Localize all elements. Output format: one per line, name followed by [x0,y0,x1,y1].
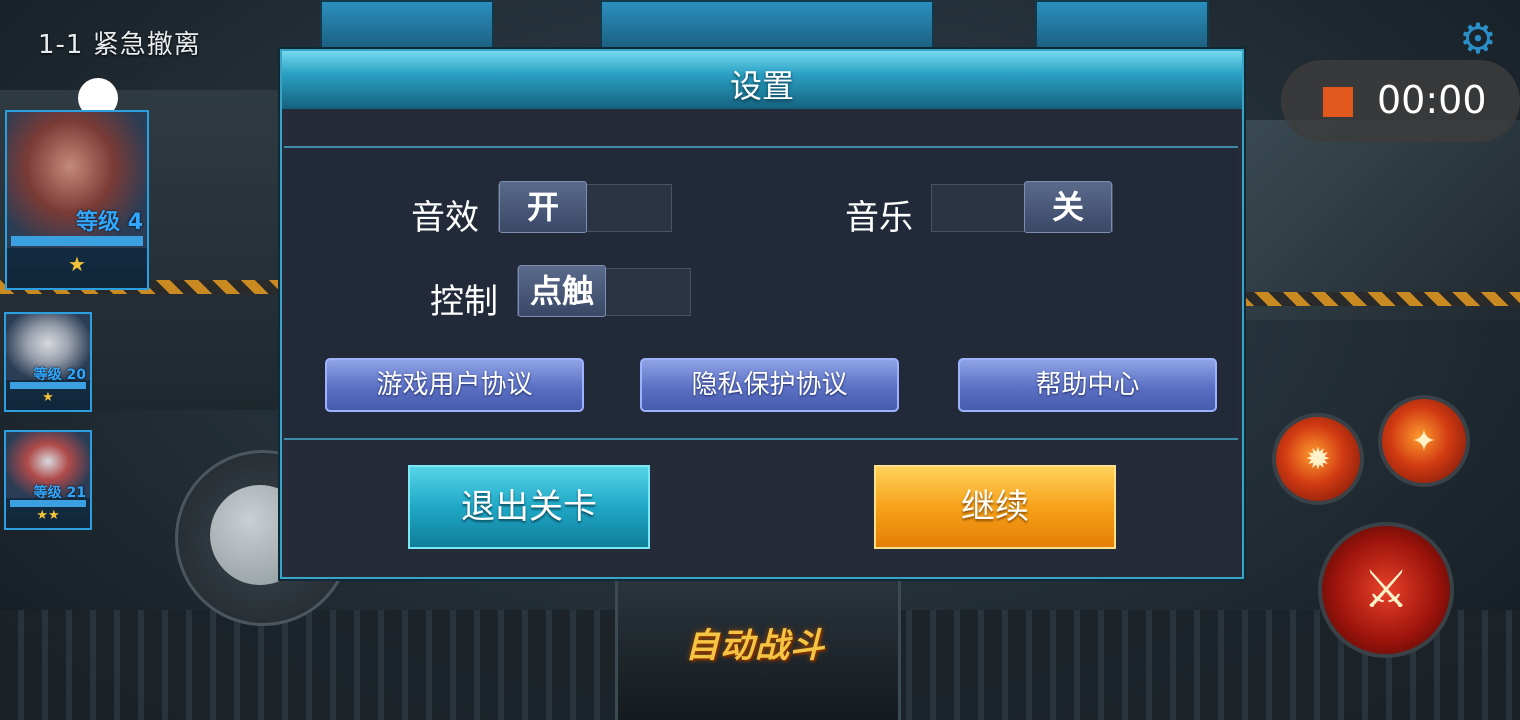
hero-level: 等级 20 [33,367,86,383]
hero-hp-bar [11,236,143,246]
attack-button-swords-icon[interactable]: ⚔ [1318,522,1454,658]
user-agreement-button[interactable]: 游戏用户协议 [325,358,584,412]
settings-dialog: 设置 音效 开 音乐 关 控制 点触 游戏用户协议 隐私保护协议 帮助中心 退出… [280,49,1244,579]
control-label: 控制 [430,282,498,322]
hero-level: 等级 4 [76,210,143,235]
gear-icon[interactable]: ⚙ [1457,18,1499,60]
screen-record-widget[interactable]: 00:00 [1281,60,1520,142]
control-toggle-knob[interactable]: 点触 [518,265,606,317]
hazard-stripe [1240,292,1520,306]
dialog-title: 设置 [729,67,794,105]
ceiling-panel [600,0,934,54]
hero-stars: ★ [42,390,54,405]
hero-level: 等级 21 [33,485,86,501]
continue-button[interactable]: 继续 [874,465,1116,549]
hero-hp-bar [10,500,86,507]
hero-stars: ★★ [36,508,60,523]
music-toggle-knob[interactable]: 关 [1024,181,1112,233]
music-toggle[interactable]: 关 [931,181,1113,233]
skill-button-fire-icon[interactable]: ✹ [1272,413,1364,505]
hero-card-main[interactable]: 等级 4 ★ [5,110,149,290]
sound-toggle[interactable]: 开 [498,181,672,233]
auto-battle-button[interactable]: 自动战斗 [685,618,835,668]
ceiling-panel [1035,0,1209,54]
hero-card[interactable]: 等级 21 ★★ [4,430,92,530]
dialog-header: 设置 [282,51,1242,109]
hero-card[interactable]: 等级 20 ★ [4,312,92,412]
privacy-agreement-button[interactable]: 隐私保护协议 [640,358,899,412]
settings-panel: 音效 开 音乐 关 控制 点触 游戏用户协议 隐私保护协议 帮助中心 [284,146,1238,440]
control-toggle[interactable]: 点触 [517,265,691,317]
skill-button-flame-icon[interactable]: ✦ [1378,395,1470,487]
stop-record-icon[interactable] [1323,87,1353,117]
record-timer: 00:00 [1377,78,1487,122]
ceiling-panel [320,0,494,54]
background-machine [1240,120,1520,320]
hero-stars: ★ [68,252,86,276]
sound-toggle-knob[interactable]: 开 [499,181,587,233]
hero-hp-bar [10,382,86,389]
level-title: 1-1 紧急撤离 [38,30,201,60]
exit-level-button[interactable]: 退出关卡 [408,465,650,549]
sound-label: 音效 [411,198,479,238]
help-center-button[interactable]: 帮助中心 [958,358,1217,412]
music-label: 音乐 [845,198,913,238]
